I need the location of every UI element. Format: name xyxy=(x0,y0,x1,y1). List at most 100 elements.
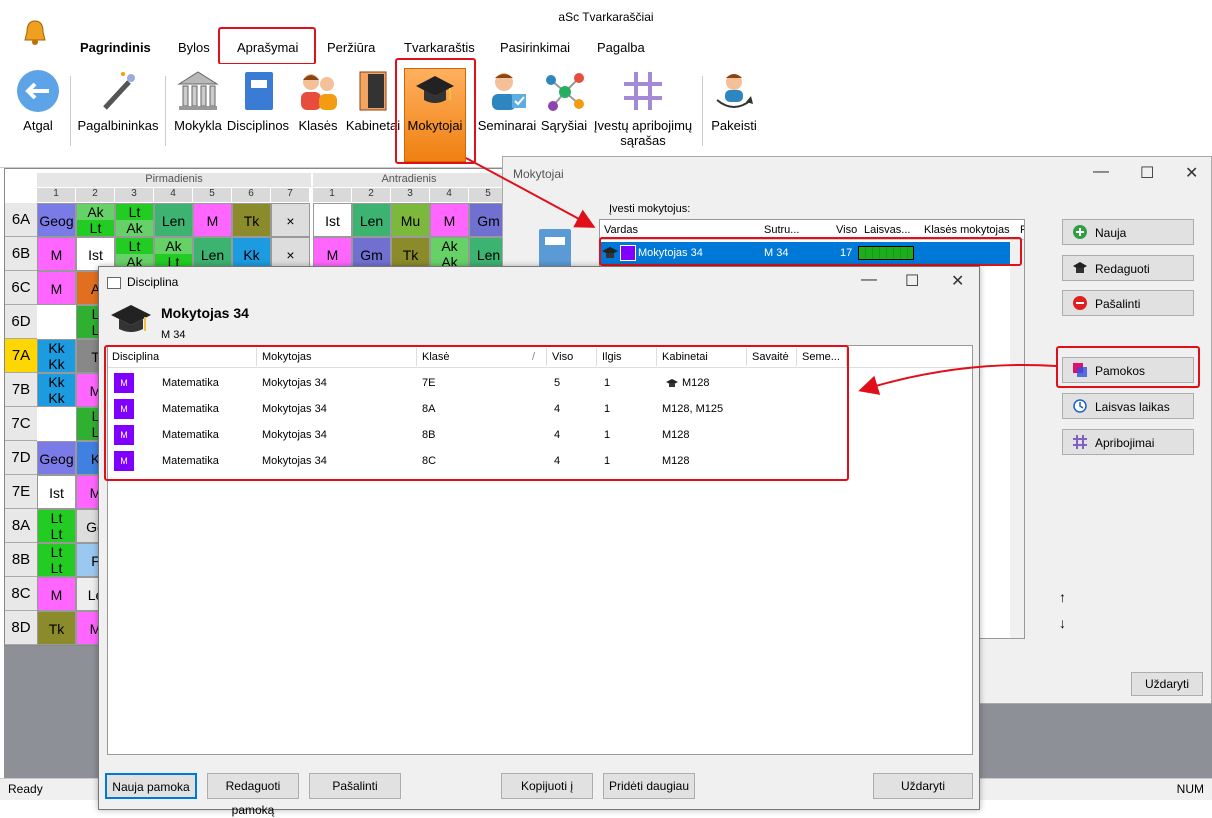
col-laisvas[interactable]: Laisvas... xyxy=(864,224,910,236)
timetable-cell[interactable]: Ist xyxy=(313,203,352,237)
row-label[interactable]: 8B xyxy=(5,543,37,577)
lesson-row[interactable]: M Matematika Mokytojas 34 8C 4 1 M128 xyxy=(108,448,972,474)
lessons-table[interactable]: Disciplina Mokytojas Klasė / Viso Ilgis … xyxy=(107,345,973,755)
move-up-icon[interactable]: ↑ xyxy=(1059,589,1066,605)
timetable-cell[interactable]: Len xyxy=(352,203,391,237)
col-kabinetai[interactable]: Kabinetai xyxy=(662,351,708,363)
timetable-cell[interactable]: M xyxy=(37,237,76,271)
timetable-cell[interactable]: M xyxy=(430,203,469,237)
sarysiai-button[interactable]: Sąryšiai xyxy=(540,68,588,133)
mokytojai-button[interactable]: Mokytojai xyxy=(404,68,466,162)
lesson-disciplina: Matematika xyxy=(162,403,219,415)
pamokos-button[interactable]: Pamokos xyxy=(1062,357,1194,383)
lessons-table-header: Disciplina Mokytojas Klasė / Viso Ilgis … xyxy=(108,346,972,368)
atgal-button[interactable]: Atgal xyxy=(12,68,64,133)
row-label[interactable]: 7E xyxy=(5,475,37,509)
row-label[interactable]: 7D xyxy=(5,441,37,475)
redaguoti-pamoka-button[interactable]: Redaguoti pamoką xyxy=(207,773,299,817)
row-label[interactable]: 7C xyxy=(5,407,37,441)
list-scrollbar[interactable] xyxy=(1010,240,1024,638)
timetable-cell[interactable]: M xyxy=(193,203,232,237)
timetable-cell[interactable]: Lt Lt xyxy=(37,509,76,543)
lesson-row[interactable]: M Matematika Mokytojas 34 7E 5 1 M128 xyxy=(108,370,972,396)
timetable-cell[interactable]: Tk xyxy=(37,611,76,645)
move-down-icon[interactable]: ↓ xyxy=(1059,615,1066,631)
tab-pasirinkimai[interactable]: Pasirinkimai xyxy=(500,40,570,55)
row-label[interactable]: 8C xyxy=(5,577,37,611)
col-viso[interactable]: Viso xyxy=(552,351,573,363)
nauja-button[interactable]: Nauja xyxy=(1062,219,1194,245)
uzdaryti-dialog-button[interactable]: Uždaryti xyxy=(873,773,973,799)
apribojimai-list-button[interactable]: Įvestų apribojimų sąrašas xyxy=(590,68,696,148)
timetable-cell[interactable]: × xyxy=(271,203,310,237)
close-icon[interactable]: ✕ xyxy=(951,271,964,291)
kabinetai-button[interactable]: Kabinetai xyxy=(344,68,402,133)
pagalbininkas-button[interactable]: Pagalbininkas xyxy=(76,68,160,133)
timetable-cell[interactable]: M xyxy=(37,271,76,305)
row-label[interactable]: 8D xyxy=(5,611,37,645)
timetable-cell[interactable]: Tk xyxy=(232,203,271,237)
timetable-cell[interactable]: Geog xyxy=(37,441,76,475)
maximize-icon[interactable]: ☐ xyxy=(905,271,919,291)
col-vardas[interactable]: Vardas xyxy=(604,224,638,236)
timetable-cell[interactable]: Mu xyxy=(391,203,430,237)
tab-bylos[interactable]: Bylos xyxy=(178,40,210,55)
tab-pagalba[interactable]: Pagalba xyxy=(597,40,645,55)
mokytojai-row-selected[interactable]: Mokytojas 34 M 34 17 xyxy=(600,242,1024,264)
col-mokytojas[interactable]: Mokytojas xyxy=(262,351,312,363)
col-savaite[interactable]: Savaitė xyxy=(752,351,789,363)
col-disciplina[interactable]: Disciplina xyxy=(112,351,159,363)
disciplinos-button[interactable]: Disciplinos xyxy=(226,68,290,133)
klases-button[interactable]: Klasės xyxy=(294,68,342,133)
row-label[interactable]: 7B xyxy=(5,373,37,407)
col-viso[interactable]: Viso xyxy=(836,224,857,236)
timetable-cell[interactable]: Lt Ak xyxy=(115,203,154,237)
graduation-cap-icon xyxy=(602,247,618,258)
timetable-cell[interactable]: Gm xyxy=(469,203,503,237)
col-klase[interactable]: Klasė xyxy=(422,351,450,363)
timetable-cell[interactable]: Geog xyxy=(37,203,76,237)
pasalinti-button[interactable]: Pašalinti xyxy=(1062,290,1194,316)
tab-pagrindinis[interactable]: Pagrindinis xyxy=(80,40,151,55)
apribojimai-button[interactable]: Apribojimai xyxy=(1062,429,1194,455)
redaguoti-button[interactable]: Redaguoti xyxy=(1062,255,1194,281)
minimize-icon[interactable]: — xyxy=(1093,163,1109,181)
mokykla-button[interactable]: Mokykla xyxy=(170,68,226,133)
pasalinti-pamoka-button[interactable]: Pašalinti xyxy=(309,773,401,799)
prideti-daugiau-button[interactable]: Pridėti daugiau xyxy=(603,773,695,799)
tab-perziura[interactable]: Peržiūra xyxy=(327,40,375,55)
timetable-cell[interactable]: Len xyxy=(154,203,193,237)
timetable-cell[interactable]: M xyxy=(37,577,76,611)
minimize-icon[interactable]: — xyxy=(861,271,877,289)
row-label[interactable]: 8A xyxy=(5,509,37,543)
laisvas-laikas-button[interactable]: Laisvas laikas xyxy=(1062,393,1194,419)
col-ilgis[interactable]: Ilgis xyxy=(602,351,622,363)
uzdaryti-mokytojai-button[interactable]: Uždaryti xyxy=(1131,672,1203,696)
row-label[interactable]: 6D xyxy=(5,305,37,339)
timetable-cell[interactable]: Ist xyxy=(37,475,76,509)
maximize-icon[interactable]: ☐ xyxy=(1140,163,1154,183)
tab-tvarkarastis[interactable]: Tvarkaraštis xyxy=(404,40,475,55)
kopijuoti-button[interactable]: Kopijuoti į xyxy=(501,773,593,799)
timetable-cell[interactable]: Kk Kk xyxy=(37,339,76,373)
timetable-cell[interactable]: Lt Lt xyxy=(37,543,76,577)
row-label[interactable]: 6A xyxy=(5,203,37,237)
hash-grid-icon xyxy=(624,72,662,110)
tab-aprasymai[interactable]: Aprašymai xyxy=(237,40,298,55)
close-icon[interactable]: ✕ xyxy=(1185,163,1198,183)
col-klases-mokytojas[interactable]: Klasės mokytojas xyxy=(924,224,1010,236)
row-label[interactable]: 7A xyxy=(5,339,37,373)
row-label[interactable]: 6B xyxy=(5,237,37,271)
lesson-row[interactable]: M Matematika Mokytojas 34 8A 4 1 M128, M125 xyxy=(108,396,972,422)
timetable-cell[interactable]: Kk Kk xyxy=(37,373,76,407)
col-sutrumpinimas[interactable]: Sutru... xyxy=(764,224,799,236)
col-p[interactable]: P xyxy=(1020,224,1024,236)
timetable-cell[interactable]: Ak Lt xyxy=(76,203,115,237)
day-header-monday: Pirmadienis xyxy=(37,173,311,187)
row-label[interactable]: 6C xyxy=(5,271,37,305)
lesson-row[interactable]: M Matematika Mokytojas 34 8B 4 1 M128 xyxy=(108,422,972,448)
pakeisti-button[interactable]: Pakeisti xyxy=(708,68,760,133)
nauja-pamoka-button[interactable]: Nauja pamoka xyxy=(105,773,197,799)
seminarai-button[interactable]: Seminarai xyxy=(476,68,538,133)
col-semestras[interactable]: Seme... xyxy=(802,351,840,363)
